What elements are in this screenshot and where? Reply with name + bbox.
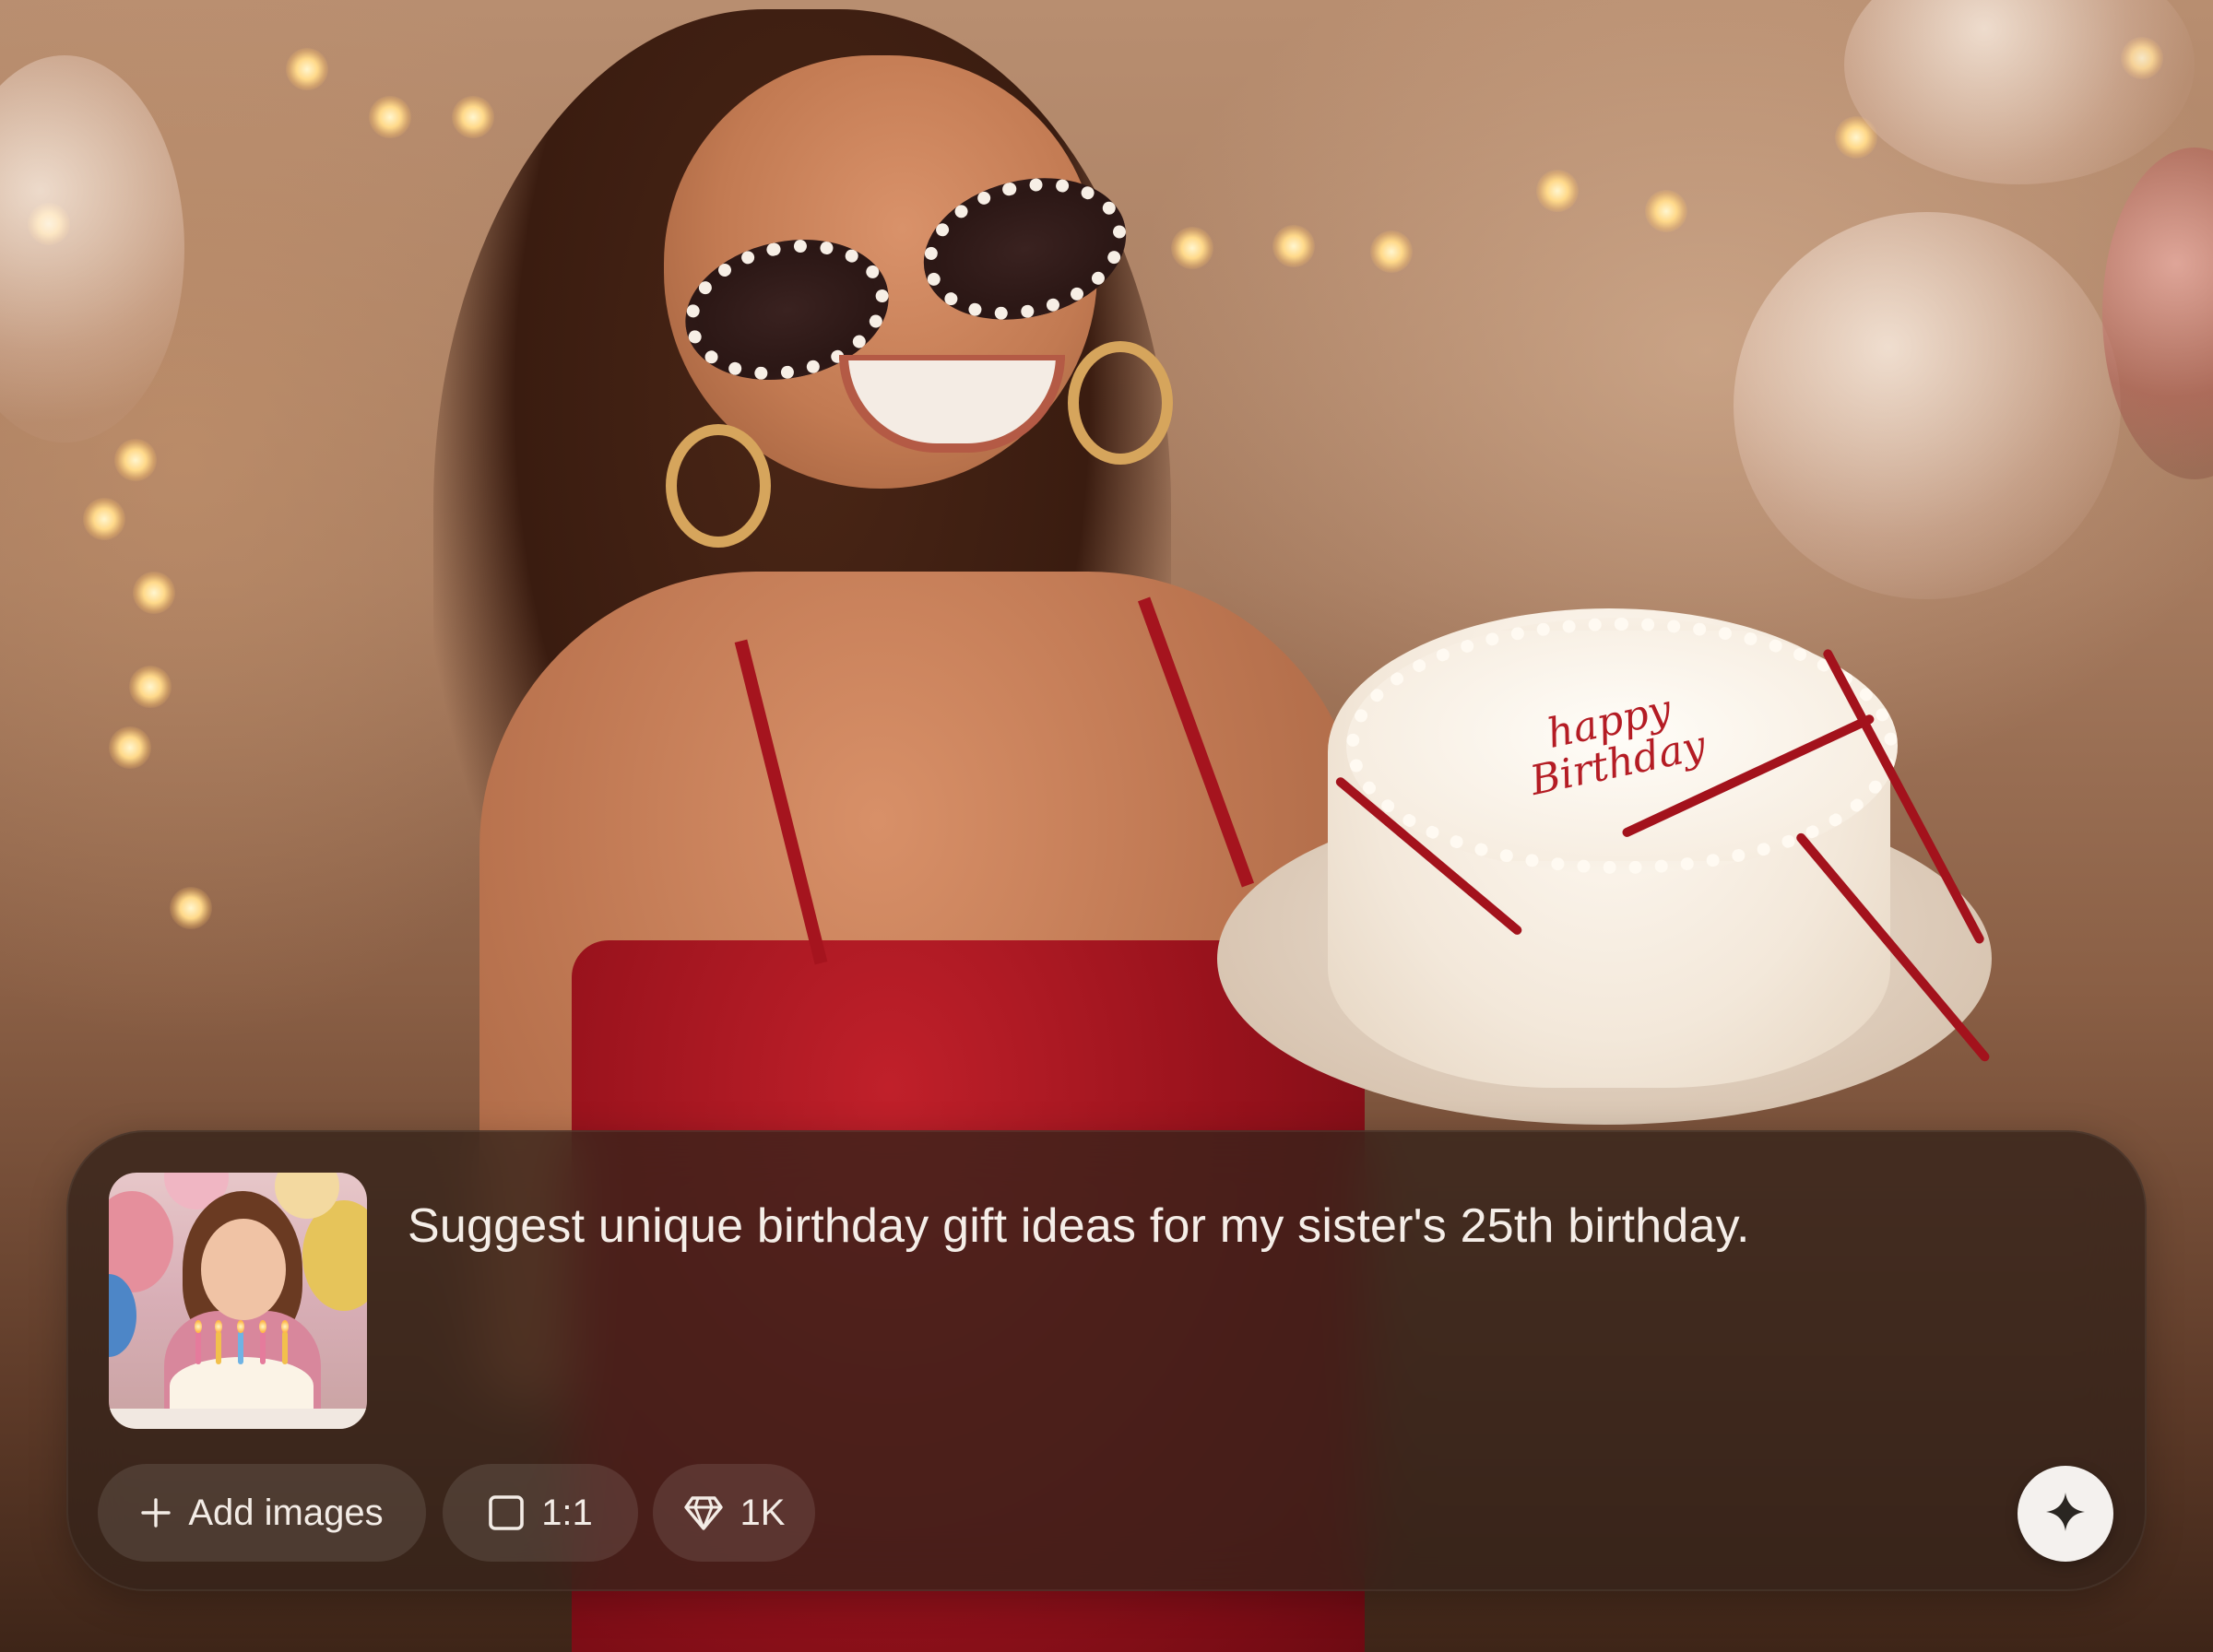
fairy-light [1645, 190, 1687, 232]
prompt-panel: Suggest unique birthday gift ideas for m… [66, 1130, 2147, 1591]
fairy-light [114, 439, 157, 481]
fairy-light [1171, 227, 1213, 269]
thumbnail-candle [216, 1331, 221, 1364]
fairy-light [109, 726, 151, 769]
thumbnail-candle [195, 1331, 201, 1364]
prompt-input[interactable]: Suggest unique birthday gift ideas for m… [408, 1197, 2049, 1256]
balloon [1734, 212, 2121, 599]
thumbnail-flame [195, 1320, 202, 1333]
fairy-light [170, 887, 212, 929]
fairy-light [83, 498, 125, 540]
fairy-light [129, 666, 172, 708]
thumbnail-girl-face [201, 1219, 286, 1320]
add-images-label: Add images [188, 1492, 384, 1533]
sparkle-icon [2044, 1491, 2087, 1538]
thumbnail-flame [281, 1320, 289, 1333]
fairy-light [133, 572, 175, 614]
aspect-ratio-button[interactable]: 1:1 [443, 1464, 638, 1562]
fairy-light [452, 96, 494, 138]
quality-button[interactable]: 1K [653, 1464, 815, 1562]
thumbnail-flame [215, 1320, 222, 1333]
thumbnail-flame [259, 1320, 266, 1333]
earring-left [666, 424, 771, 548]
balloon [0, 55, 184, 442]
thumbnail-flame [237, 1320, 244, 1333]
fairy-light [1370, 230, 1413, 273]
attached-image-thumbnail[interactable] [109, 1173, 367, 1429]
fairy-light [1272, 225, 1315, 267]
thumbnail-candle [238, 1331, 243, 1364]
fairy-light [286, 48, 328, 90]
quality-label: 1K [740, 1492, 786, 1533]
thumbnail-candle [260, 1331, 266, 1364]
aspect-ratio-label: 1:1 [541, 1492, 593, 1533]
add-images-button[interactable]: Add images [98, 1464, 426, 1562]
balloon [1844, 0, 2195, 184]
earring-right [1068, 341, 1173, 465]
fairy-light [369, 96, 411, 138]
thumbnail-candle [282, 1331, 288, 1364]
diamond-icon [683, 1494, 724, 1531]
thumbnail-table [109, 1409, 367, 1429]
square-icon [488, 1494, 525, 1531]
generate-button[interactable] [2018, 1466, 2113, 1562]
plus-icon [140, 1497, 172, 1528]
fairy-light [1536, 170, 1579, 212]
